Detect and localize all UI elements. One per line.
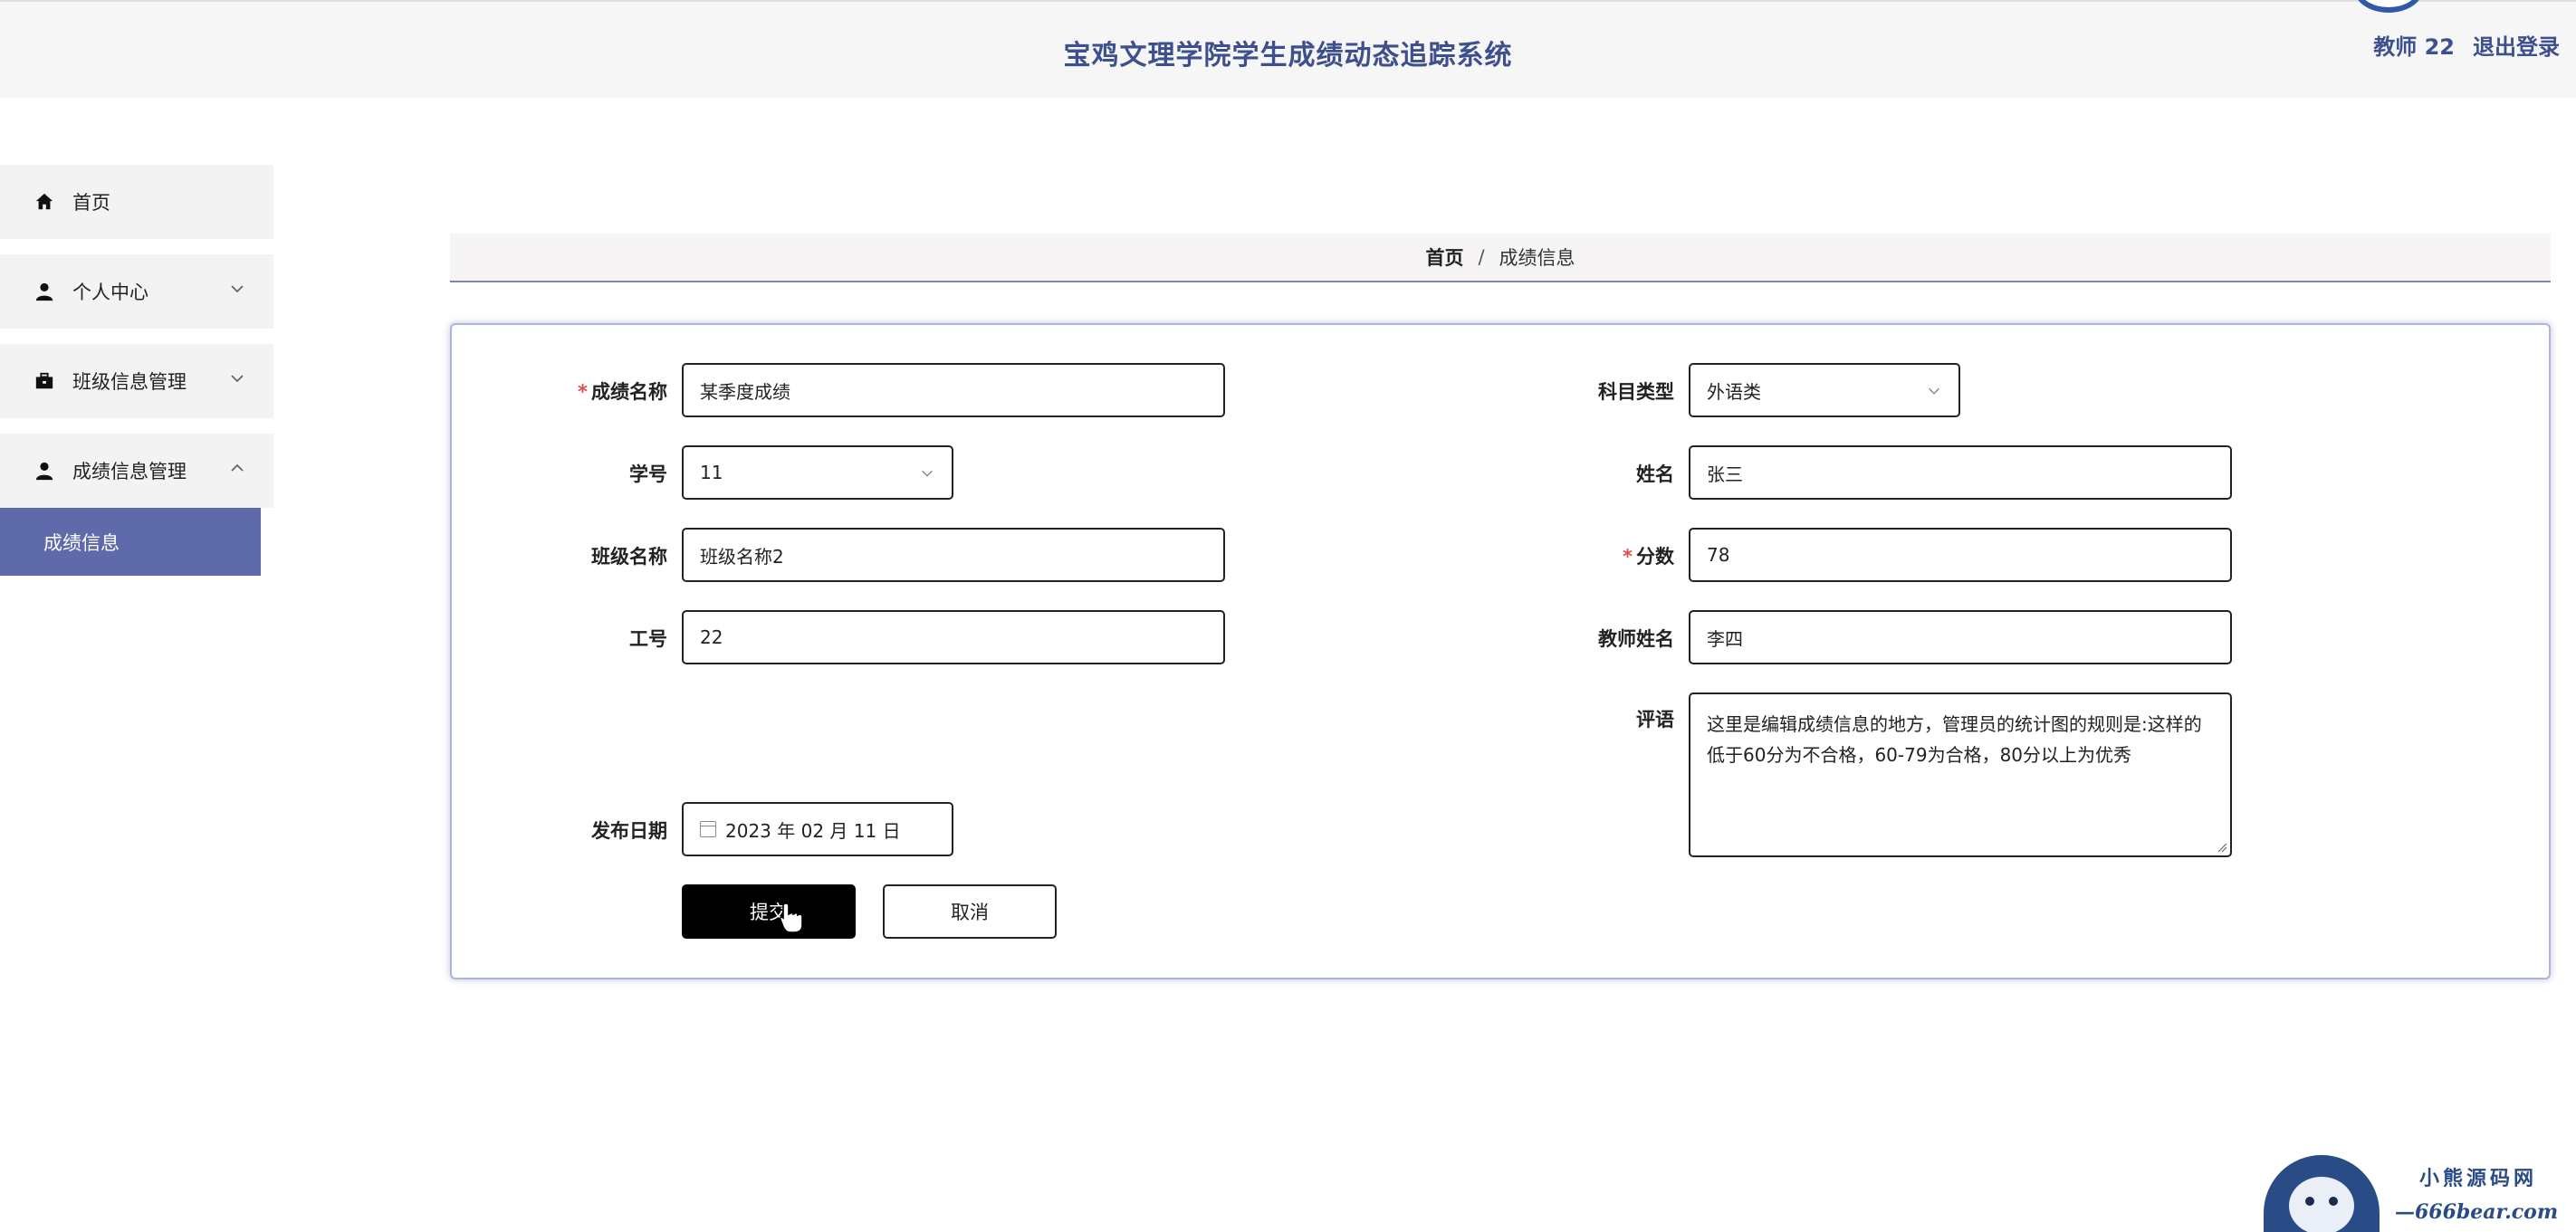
grade-edit-form: * 成绩名称 某季度成绩 学号 11 班级名称 班级名称2 工号 22 发布日期 … — [450, 323, 2551, 979]
publish-date-value: 2023 年 02 月 11 日 — [725, 819, 901, 842]
sidebar-item-home[interactable]: 首页 — [0, 165, 273, 239]
class-name-label: 班级名称 — [591, 546, 667, 568]
student-name-input[interactable]: 张三 — [1689, 445, 2232, 500]
breadcrumb: 首页 / 成绩信息 — [450, 234, 2551, 282]
hand-cursor-icon — [779, 903, 803, 933]
watermark-site-name: 小熊源码网 — [2419, 1167, 2538, 1190]
resize-grip-icon[interactable] — [2217, 842, 2227, 853]
class-name-input[interactable]: 班级名称2 — [682, 528, 1225, 582]
submit-button[interactable]: 提交 — [682, 884, 856, 939]
home-icon — [33, 190, 56, 214]
student-no-select[interactable]: 11 — [682, 445, 953, 500]
sidebar-menu: 首页 个人中心 班级信息管理 成绩信息管理 成绩信息 — [0, 165, 273, 576]
briefcase-icon — [33, 369, 56, 393]
breadcrumb-current: 成绩信息 — [1499, 247, 1575, 269]
subject-type-label: 科目类型 — [1598, 381, 1674, 403]
publish-date-input[interactable]: 2023 年 02 月 11 日 — [682, 802, 953, 856]
score-label: * 分数 — [1623, 546, 1674, 568]
site-title: 宝鸡文理学院学生成绩动态追踪系统 — [1063, 40, 1513, 72]
sidebar-item-grade-management[interactable]: 成绩信息管理 — [0, 434, 273, 508]
teacher-no-input[interactable]: 22 — [682, 610, 1225, 664]
user-area: 教师 22 退出登录 — [2373, 29, 2560, 61]
breadcrumb-separator: / — [1478, 246, 1485, 268]
publish-date-label: 发布日期 — [591, 820, 667, 842]
sidebar-item-class-management[interactable]: 班级信息管理 — [0, 344, 273, 418]
sidebar-item-personal-center[interactable]: 个人中心 — [0, 254, 273, 329]
cancel-button[interactable]: 取消 — [883, 884, 1057, 939]
logout-link[interactable]: 退出登录 — [2473, 29, 2560, 61]
grade-name-input[interactable]: 某季度成绩 — [682, 363, 1225, 417]
score-input[interactable]: 78 — [1689, 528, 2232, 582]
student-no-value: 11 — [700, 462, 723, 483]
avatar[interactable] — [2354, 0, 2423, 13]
student-no-label: 学号 — [629, 463, 667, 485]
sidebar-item-label: 班级信息管理 — [72, 371, 187, 393]
user-icon — [33, 280, 56, 303]
chevron-up-icon — [231, 463, 244, 472]
sidebar-subitem-grade-info[interactable]: 成绩信息 — [0, 508, 261, 576]
chevron-down-icon — [922, 470, 933, 477]
teacher-name-label: 教师姓名 — [1598, 628, 1674, 650]
required-mark: * — [578, 381, 588, 403]
grade-name-label: * 成绩名称 — [578, 381, 667, 403]
student-name-label: 姓名 — [1636, 463, 1674, 485]
comment-value: 这里是编辑成绩信息的地方，管理员的统计图的规则是:这样的低于60分为不合格，60… — [1707, 713, 2202, 766]
required-mark: * — [1623, 546, 1633, 568]
watermark-domain: —666bear.com— — [2395, 1200, 2559, 1232]
watermark-logo — [2264, 1155, 2380, 1232]
chevron-down-icon — [1929, 387, 1939, 395]
subject-type-value: 外语类 — [1707, 380, 1761, 403]
chevron-down-icon — [231, 285, 244, 293]
top-header: 宝鸡文理学院学生成绩动态追踪系统 教师 22 退出登录 — [0, 0, 2576, 98]
teacher-name-input[interactable]: 李四 — [1689, 610, 2232, 664]
comment-label: 评语 — [1636, 709, 1674, 731]
breadcrumb-home[interactable]: 首页 — [1425, 244, 1463, 271]
subject-type-select[interactable]: 外语类 — [1689, 363, 1960, 417]
current-user-label[interactable]: 教师 22 — [2373, 29, 2455, 61]
user-icon — [33, 459, 56, 482]
chevron-down-icon — [231, 375, 244, 383]
calendar-icon — [700, 821, 716, 837]
teacher-no-label: 工号 — [629, 628, 667, 650]
sidebar-item-label: 成绩信息管理 — [72, 461, 187, 482]
sidebar-item-label: 首页 — [72, 192, 110, 214]
comment-textarea[interactable]: 这里是编辑成绩信息的地方，管理员的统计图的规则是:这样的低于60分为不合格，60… — [1689, 692, 2232, 857]
sidebar-item-label: 个人中心 — [72, 282, 148, 303]
